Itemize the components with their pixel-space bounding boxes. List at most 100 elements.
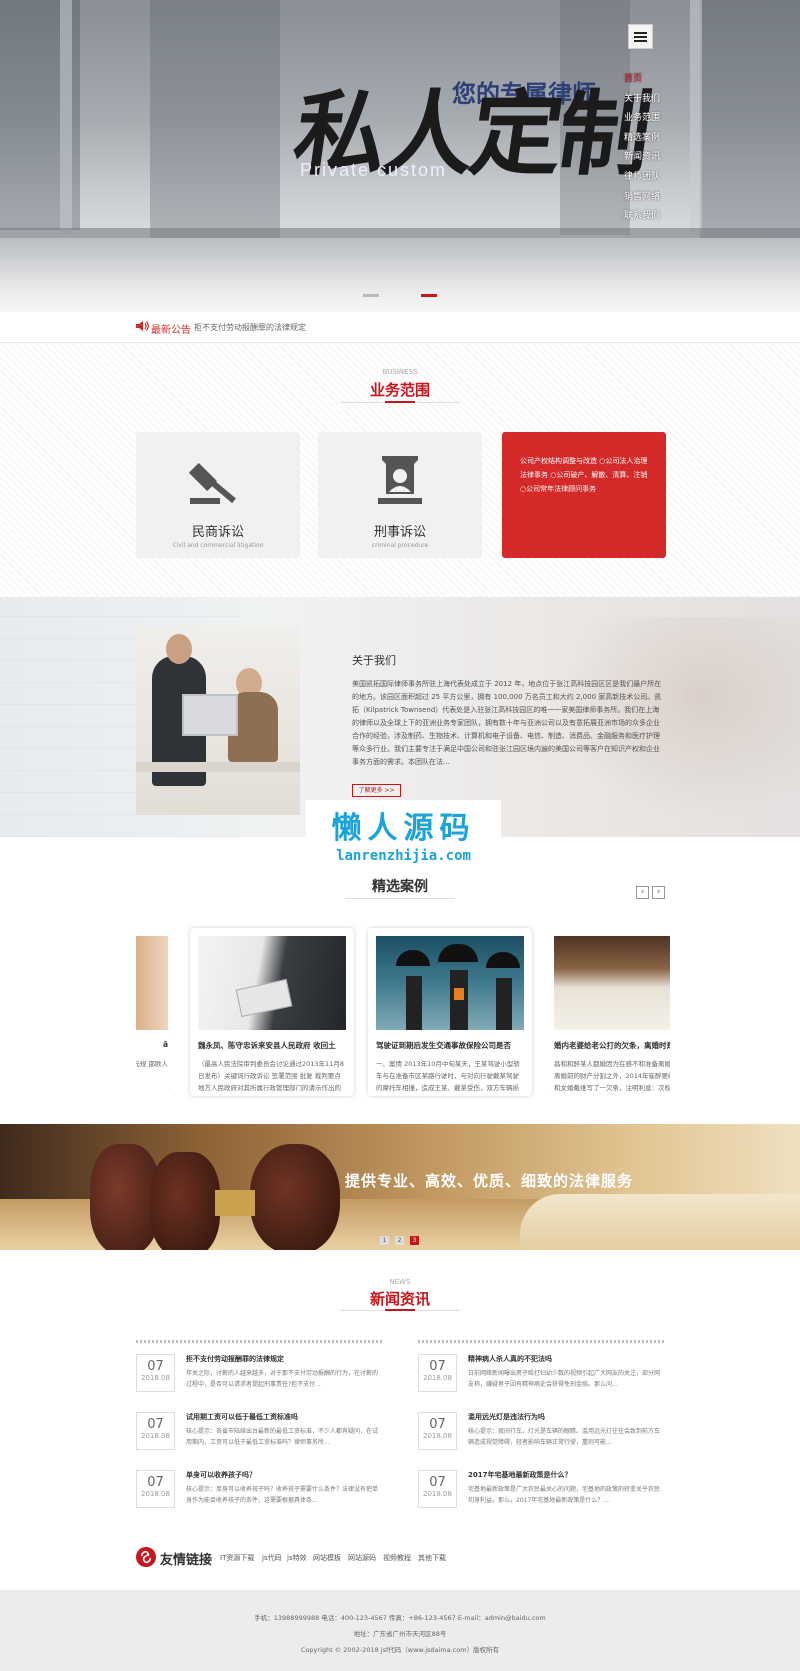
about-title: 关于我们: [352, 654, 396, 667]
news-item[interactable]: 07 2018.08 滥用远光灯是违法行为吗 核心提示：夜间行车，灯光是车辆的眼睛…: [418, 1408, 664, 1466]
case-title: 婚内老婆给老公打的欠条，离婚时是否有: [554, 1041, 670, 1050]
business-card-criminal[interactable]: 刑事诉讼 criminal procedure: [318, 432, 482, 558]
news-title: 精神病人杀人真的不犯法吗: [468, 1355, 552, 1363]
case-desc: （最高人民法院审判委员会讨论通过2013年11月8日发布）关键词行政诉讼 签署范…: [198, 1060, 344, 1092]
window-sill: [0, 228, 800, 238]
news-desc: 核心提示：单身可以收养孩子吗？收养孩子需要什么条件？法律没有把单身作为能否收养孩…: [186, 1486, 379, 1504]
news-title: 单身可以收养孩子吗？: [186, 1471, 256, 1479]
case-image: [376, 936, 524, 1030]
business-card-subtitle: criminal procedure: [371, 542, 429, 549]
news-title: 试用期工资可以低于最低工资标准吗: [186, 1413, 298, 1421]
nav-business[interactable]: 业务范围: [624, 109, 684, 129]
business-card-subtitle: Civil and commercial litigation: [172, 542, 264, 549]
news-date: 07 2018.08: [136, 1470, 175, 1508]
links-title: 友情链接: [160, 1553, 213, 1568]
footer-copyright: Copyright © 2002-2018 jsf代码（www.jsdaima.…: [300, 1646, 500, 1654]
about-more-button[interactable]: 了解更多 >>: [352, 784, 401, 797]
heading-underline-accent: [385, 1309, 415, 1311]
nav-about[interactable]: 关于我们: [624, 90, 684, 110]
link-icon: [136, 1547, 156, 1567]
business-card-more-text: 公司产权结构调整与改造 ○公司法人治理法律事务 ○公司破产、解散、清算、注销 ○…: [520, 457, 648, 493]
case-card-partial[interactable]: 婚内老婆给老公打的欠条，离婚时是否有 昌和和醉某人都婚因为在感不和准备离婚，铁了…: [546, 928, 670, 1096]
business-card-title: 刑事诉讼: [373, 525, 426, 540]
friend-link[interactable]: 其他下载: [418, 1553, 446, 1563]
news-desc: 核心提示：夜间行车，灯光是车辆的眼睛。滥用远光灯往往会致到前方车辆造成视觉障碍，…: [468, 1428, 661, 1446]
case-card-partial[interactable]: ā 元规 邵欧人: [136, 928, 176, 1096]
news-date: 07 2018.08: [136, 1354, 175, 1392]
case-desc: 一、案情 2013年10月中旬某天，王某驾驶小型轿车与在准备市区某路行驶时，与对…: [376, 1060, 520, 1092]
friend-link[interactable]: IT资源下载: [220, 1553, 254, 1563]
news-item[interactable]: 07 2018.08 2017年宅基地最新政策是什么？ 宅基地最新政策是广大农民最…: [418, 1466, 664, 1524]
nav-contact[interactable]: 联系我们: [624, 207, 684, 227]
business-card-civil[interactable]: 民商诉讼 Civil and commercial litigation: [136, 432, 300, 558]
case-desc: 元规 邵欧人: [136, 1060, 168, 1068]
case-card[interactable]: 魏永凤、陈守忠诉来安县人民政府 收回土 （最高人民法院审判委员会讨论通过2013…: [190, 928, 354, 1096]
nav-cases[interactable]: 精选案例: [624, 129, 684, 149]
slider-dot-active[interactable]: [421, 294, 437, 297]
building-bg: [700, 0, 800, 240]
friend-link[interactable]: js代码: [262, 1553, 282, 1563]
news-desc: 核心提示：各省市陆续出台最新的最低工资标准，不少人都有疑问，在试用期内，工资可以…: [186, 1428, 379, 1446]
window-frame: [690, 0, 702, 235]
case-title: 魏永凤、陈守忠诉来安县人民政府 收回土: [198, 1041, 336, 1050]
friend-link[interactable]: 网站源码: [348, 1553, 376, 1563]
banner-dot[interactable]: 2: [395, 1236, 404, 1245]
news-divider: [418, 1340, 664, 1343]
news-date: 07 2018.08: [418, 1412, 457, 1450]
case-desc: 昌和和醉某人都婚因为在感不和准备离婚，铁了，离婚前的财产分割之外，2014年崔醉…: [554, 1060, 670, 1092]
watermark-url: lanrenzhijia.com: [336, 848, 471, 864]
notice-bar: [0, 313, 800, 343]
heading-underline-accent: [385, 401, 415, 403]
cases-heading: 精选案例: [372, 879, 428, 895]
news-divider: [136, 1340, 382, 1343]
slider-dot[interactable]: [363, 294, 379, 297]
news-item[interactable]: 07 2018.08 精神病人杀人真的不犯法吗 日前网络新闻曝出男子殴打妇幼少数的…: [418, 1350, 664, 1408]
floor: [0, 238, 800, 312]
news-heading: 新闻资讯: [369, 1290, 430, 1308]
news-date: 07 2018.08: [136, 1412, 175, 1450]
cases-prev-button[interactable]: ‹: [636, 886, 649, 899]
about-text: 美国凯拓国际律师事务所驻上海代表处成立于 2012 年，地点位于张江高科技园区区…: [352, 680, 662, 766]
news-title: 滥用远光灯是违法行为吗: [468, 1413, 545, 1421]
nav-home[interactable]: 首页: [624, 70, 684, 90]
news-date: 07 2018.08: [418, 1470, 457, 1508]
speaker-icon: [136, 321, 149, 331]
nav-news[interactable]: 新闻资讯: [624, 148, 684, 168]
case-title: 驾驶证到期后发生交通事故保险公司是否: [376, 1041, 511, 1050]
news-title: 2017年宅基地最新政策是什么？: [468, 1471, 572, 1479]
news-item[interactable]: 07 2018.08 试用期工资可以低于最低工资标准吗 核心提示：各省市陆续出台最…: [136, 1408, 382, 1466]
gavel-icon: [189, 463, 236, 504]
friend-link[interactable]: 视频教程: [383, 1553, 411, 1563]
about-photo: [136, 626, 300, 815]
heading-underline: [345, 898, 455, 899]
case-card[interactable]: 驾驶证到期后发生交通事故保险公司是否 一、案情 2013年10月中旬某天，王某驾…: [368, 928, 532, 1096]
main-nav: 首页 关于我们 业务范围 精选案例 新闻资讯 律师团队 销售网络 联系我们: [624, 70, 684, 227]
window-frame: [60, 0, 72, 235]
footer-contact: 手机：13988999988 电话：400-123-4567 传真：+86-12…: [254, 1614, 546, 1622]
news-desc: 宅基地最新政策是广大农民最关心的问题，宅基地的政策的转变关乎农民切身利益。那么，…: [468, 1486, 661, 1504]
business-heading-en: BUSINESS: [382, 368, 418, 376]
friend-link[interactable]: js特效: [287, 1553, 307, 1563]
news-desc: 日前网络新闻曝出男子殴打妇幼少数的视频引起广大网友的关注，部分网友称，嫌疑男子因…: [468, 1370, 661, 1388]
business-heading: 业务范围: [369, 381, 430, 399]
cases-next-button[interactable]: ›: [652, 886, 665, 899]
hero-title-en: Private custom: [300, 160, 448, 180]
menu-button[interactable]: [628, 24, 653, 49]
friend-link[interactable]: 网站模板: [313, 1553, 341, 1563]
notice-link[interactable]: 拒不支付劳动报酬罪的法律规定: [194, 322, 306, 333]
news-item[interactable]: 07 2018.08 单身可以收养孩子吗？ 核心提示：单身可以收养孩子吗？收养孩子…: [136, 1466, 382, 1524]
case-title: ā: [162, 1040, 168, 1049]
banner-dot-active[interactable]: 3: [410, 1236, 419, 1245]
business-card-title: 民商诉讼: [191, 525, 244, 540]
banner-text: 提供专业、高效、优质、细致的法律服务: [345, 1172, 634, 1190]
footer-address: 地址：广东省广州市天河区88号: [353, 1630, 447, 1638]
hamburger-icon: [634, 30, 647, 44]
business-card-more[interactable]: 公司产权结构调整与改造 ○公司法人治理法律事务 ○公司破产、解散、清算、注销 ○…: [502, 432, 666, 558]
courthouse-icon: [378, 456, 422, 504]
nav-network[interactable]: 销售网络: [624, 188, 684, 208]
book-image: [520, 1194, 800, 1250]
nav-team[interactable]: 律师团队: [624, 168, 684, 188]
banner-dot[interactable]: 1: [380, 1236, 389, 1245]
news-desc: 年关之际，讨薪的人越来越多，对于那不支付劳动报酬的行为，在讨薪的过程中，是否可以…: [186, 1370, 379, 1388]
news-item[interactable]: 07 2018.08 拒不支付劳动报酬罪的法律规定 年关之际，讨薪的人越来越多，对…: [136, 1350, 382, 1408]
